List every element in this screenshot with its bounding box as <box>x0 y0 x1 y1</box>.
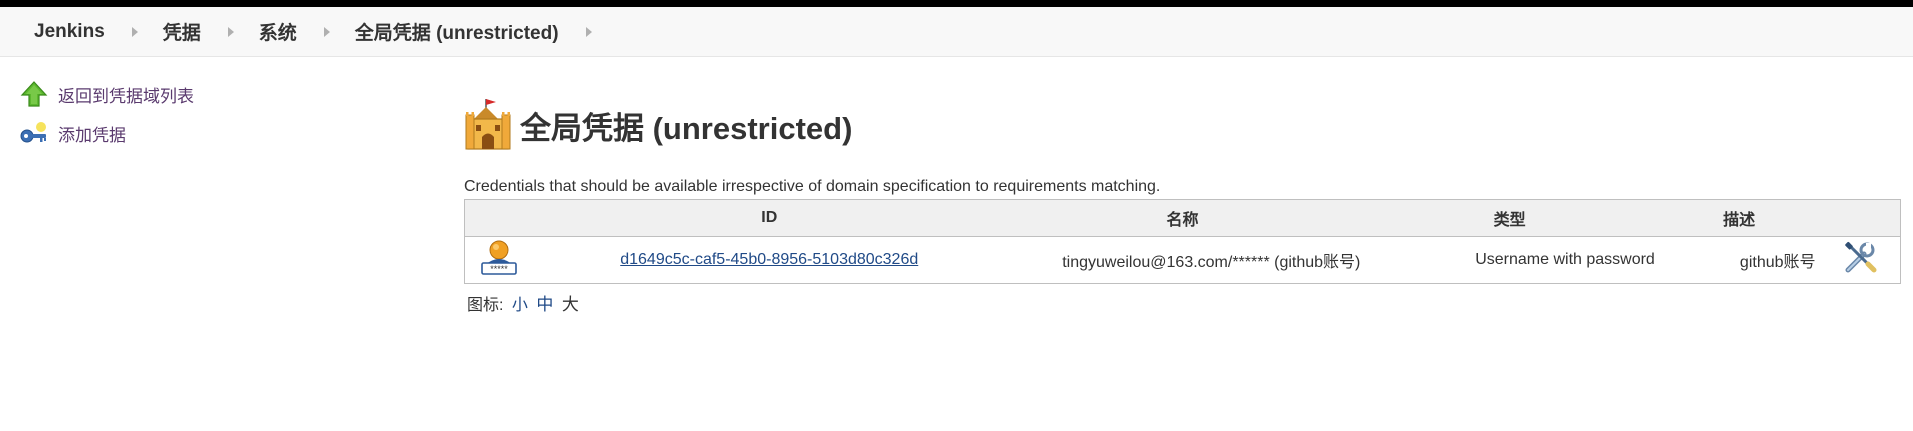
header-type[interactable]: 类型 <box>1360 199 1659 237</box>
header-icon-col <box>464 199 534 237</box>
breadcrumb-item-credentials: 凭据 <box>163 18 259 45</box>
row-description-cell: github账号 <box>1659 237 1820 284</box>
icon-size-selector: 图标: 小 中 大 <box>464 290 1904 315</box>
header-id[interactable]: ID <box>533 199 1005 237</box>
credential-name: tingyuweilou@163.com/****** (github账号) <box>1062 254 1361 271</box>
chevron-right-icon[interactable] <box>585 26 592 37</box>
breadcrumb: Jenkins 凭据 系统 全局凭据 (unrestricted) <box>0 7 1913 57</box>
credentials-table: ID 名称 类型 描述 ***** d1649c5c-caf5-45b0-895… <box>464 199 1901 284</box>
header-description[interactable]: 描述 <box>1658 199 1820 237</box>
credential-type: Username with password <box>1475 251 1655 268</box>
breadcrumb-link-jenkins[interactable]: Jenkins <box>34 21 105 43</box>
breadcrumb-link-system[interactable]: 系统 <box>259 18 297 45</box>
svg-text:*****: ***** <box>491 264 509 274</box>
task-add-credentials[interactable]: 添加凭据 <box>20 117 320 149</box>
breadcrumb-item-jenkins: Jenkins <box>34 21 163 43</box>
breadcrumb-link-credentials[interactable]: 凭据 <box>163 18 201 45</box>
back-to-domains-link[interactable]: 返回到凭据域列表 <box>58 82 194 107</box>
key-add-icon <box>20 119 48 147</box>
up-arrow-icon <box>20 80 48 108</box>
page-title: 全局凭据 (unrestricted) <box>520 110 853 146</box>
table-header-row: ID 名称 类型 描述 <box>464 199 1901 237</box>
icon-size-label: 图标: <box>467 297 504 314</box>
user-password-icon: ***** <box>479 240 519 281</box>
row-type-cell: Username with password <box>1360 237 1658 284</box>
row-name-cell: tingyuweilou@163.com/****** (github账号) <box>1005 237 1361 284</box>
header-action-col <box>1819 199 1901 237</box>
castle-icon <box>464 97 512 153</box>
icon-size-small[interactable]: 小 <box>512 297 528 314</box>
row-id-cell: d1649c5c-caf5-45b0-8956-5103d80c326d <box>534 237 1005 284</box>
task-back-to-domains[interactable]: 返回到凭据域列表 <box>20 78 320 110</box>
credential-description: github账号 <box>1739 254 1816 271</box>
configure-tools-icon[interactable] <box>1842 241 1878 280</box>
chevron-right-icon[interactable] <box>131 26 138 37</box>
main-panel: 全局凭据 (unrestricted) Credentials that sho… <box>464 95 1904 315</box>
row-action-cell <box>1820 237 1901 284</box>
domain-description: Credentials that should be available irr… <box>464 178 1161 195</box>
side-panel: 返回到凭据域列表 添加凭据 <box>20 78 320 156</box>
chevron-right-icon[interactable] <box>227 26 234 37</box>
breadcrumb-item-system: 系统 <box>259 18 355 45</box>
row-icon-cell: ***** <box>465 237 534 284</box>
icon-size-medium[interactable]: 中 <box>536 295 553 314</box>
table-row: ***** d1649c5c-caf5-45b0-8956-5103d80c32… <box>465 237 1901 284</box>
top-bar <box>0 0 1913 7</box>
title-row: 全局凭据 (unrestricted) <box>464 95 1904 155</box>
credential-id-link[interactable]: d1649c5c-caf5-45b0-8956-5103d80c326d <box>620 251 918 268</box>
icon-size-large[interactable]: 大 <box>562 295 579 314</box>
add-credentials-link[interactable]: 添加凭据 <box>58 121 126 146</box>
header-name[interactable]: 名称 <box>1004 199 1361 237</box>
chevron-right-icon[interactable] <box>323 26 330 37</box>
breadcrumb-item-global-credentials: 全局凭据 (unrestricted) <box>355 18 617 45</box>
breadcrumb-link-global-credentials[interactable]: 全局凭据 (unrestricted) <box>355 18 559 45</box>
